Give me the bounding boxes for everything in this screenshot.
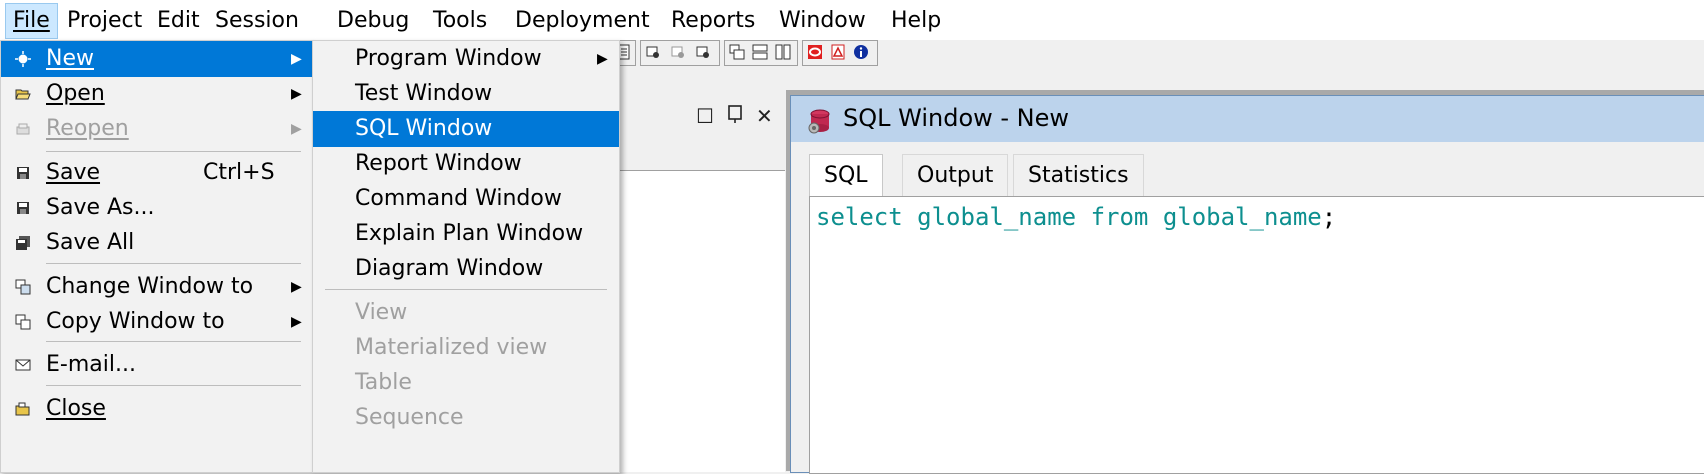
save-icon	[17, 167, 29, 179]
menu-item-save-all[interactable]: Save All	[1, 225, 313, 261]
menu-help[interactable]: Help	[884, 4, 948, 38]
menu-item-save[interactable]: Save Ctrl+S	[1, 155, 313, 191]
step-icon[interactable]	[670, 44, 686, 60]
menu-item-email[interactable]: E-mail...	[1, 347, 313, 383]
menu-item-save-as[interactable]: Save As...	[1, 190, 313, 226]
submenu-arrow-icon: ▶	[291, 314, 302, 330]
save-as-icon	[17, 202, 29, 214]
menu-item-open[interactable]: Open ▶	[1, 76, 313, 112]
close-folder-icon	[15, 402, 30, 416]
menu-deployment[interactable]: Deployment	[508, 4, 657, 38]
menu-item-new[interactable]: New ▶	[1, 41, 313, 77]
panel-close-icon[interactable]: ✕	[756, 104, 773, 128]
save-shortcut: Ctrl+S	[203, 160, 275, 185]
submenu-arrow-icon: ▶	[597, 51, 608, 67]
submenu-arrow-icon: ▶	[291, 279, 302, 295]
submenu-item-sequence[interactable]: Sequence	[313, 400, 619, 436]
code-keyword-from: from	[1090, 203, 1149, 231]
submenu-item-test-window[interactable]: Test Window	[313, 76, 619, 112]
left-panel-content[interactable]	[600, 170, 785, 472]
oracle-icon[interactable]	[807, 44, 823, 60]
menu-item-change-window-to[interactable]: Change Window to ▶	[1, 269, 313, 305]
toolbar-group-help	[802, 40, 878, 66]
submenu-item-table[interactable]: Table	[313, 365, 619, 401]
submenu-arrow-icon: ▶	[291, 51, 302, 67]
tab-output[interactable]: Output	[902, 154, 1009, 197]
copy-window-icon	[15, 314, 31, 330]
info-icon[interactable]	[853, 44, 869, 60]
folder-open-icon	[15, 89, 31, 100]
new-submenu: Program Window ▶ Test Window SQL Window …	[312, 40, 620, 473]
sql-window-title-bar[interactable]: SQL Window - New	[791, 96, 1704, 142]
tab-statistics[interactable]: Statistics	[1013, 154, 1144, 197]
tile-vertical-icon[interactable]	[775, 44, 791, 60]
menu-window[interactable]: Window	[772, 4, 873, 38]
menu-bar: File Project Edit Session Debug Tools De…	[0, 0, 1704, 40]
menu-separator	[46, 263, 301, 264]
sql-window-title: SQL Window - New	[843, 104, 1070, 132]
menu-session[interactable]: Session	[208, 4, 306, 38]
toolbar-group-debug	[640, 40, 720, 66]
change-window-icon	[15, 279, 31, 295]
submenu-item-explain-plan-window[interactable]: Explain Plan Window	[313, 216, 619, 252]
file-menu: New ▶ Open ▶ Reopen ▶ Save Ctrl+S Save A…	[0, 40, 314, 473]
tab-sql[interactable]: SQL	[809, 154, 883, 199]
menu-debug[interactable]: Debug	[330, 4, 416, 38]
pdf-icon[interactable]	[830, 44, 846, 60]
new-icon	[15, 51, 31, 67]
code-keyword-select: select	[816, 203, 903, 231]
panel-pin-icon[interactable]	[726, 104, 744, 124]
database-icon	[808, 109, 830, 134]
code-identifier: global_name	[917, 203, 1077, 231]
save-all-icon	[16, 236, 30, 250]
submenu-item-diagram-window[interactable]: Diagram Window	[313, 251, 619, 287]
breakpoint-icon[interactable]	[645, 44, 661, 60]
menu-tools[interactable]: Tools	[426, 4, 494, 38]
submenu-arrow-icon: ▶	[291, 86, 302, 102]
submenu-item-materialized-view[interactable]: Materialized view	[313, 330, 619, 366]
run-icon[interactable]	[695, 44, 711, 60]
submenu-item-sql-window[interactable]: SQL Window	[313, 111, 619, 147]
sql-code: select global_name from global_name;	[816, 203, 1336, 231]
sql-editor[interactable]: select global_name from global_name;	[809, 196, 1704, 474]
envelope-icon	[15, 359, 31, 371]
menu-separator	[46, 341, 301, 342]
submenu-item-view[interactable]: View	[313, 295, 619, 331]
menu-file[interactable]: File	[5, 3, 58, 39]
code-identifier: global_name	[1162, 203, 1322, 231]
panel-maximize-icon[interactable]: ☐	[696, 104, 714, 128]
menu-separator	[46, 151, 301, 152]
submenu-arrow-icon: ▶	[291, 121, 302, 137]
sql-window: SQL Window - New SQL Output Statistics s…	[790, 95, 1704, 474]
menu-item-reopen[interactable]: Reopen ▶	[1, 111, 313, 147]
menu-edit[interactable]: Edit	[150, 4, 207, 38]
tile-horizontal-icon[interactable]	[752, 44, 768, 60]
menu-separator	[46, 385, 301, 386]
reopen-icon	[16, 123, 30, 135]
submenu-item-command-window[interactable]: Command Window	[313, 181, 619, 217]
menu-reports[interactable]: Reports	[664, 4, 762, 38]
menu-project[interactable]: Project	[60, 4, 149, 38]
cascade-windows-icon[interactable]	[729, 44, 745, 60]
menu-item-close[interactable]: Close	[1, 391, 313, 427]
menu-separator	[325, 289, 607, 290]
menu-item-copy-window-to[interactable]: Copy Window to ▶	[1, 304, 313, 340]
toolbar-group-window	[724, 40, 798, 66]
submenu-item-report-window[interactable]: Report Window	[313, 146, 619, 182]
code-terminator: ;	[1321, 203, 1337, 231]
submenu-item-program-window[interactable]: Program Window ▶	[313, 41, 619, 77]
